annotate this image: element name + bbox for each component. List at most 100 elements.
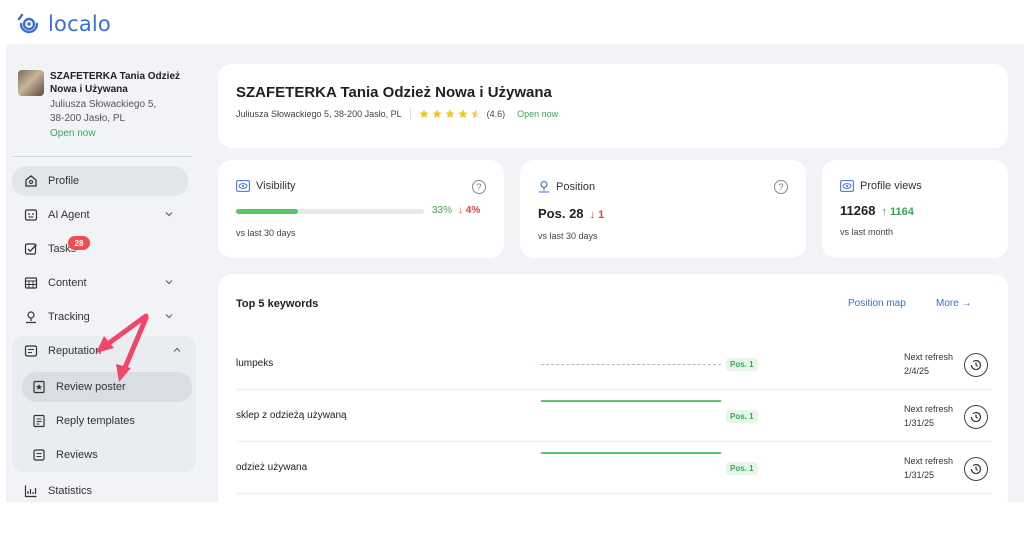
star-icon	[419, 109, 429, 118]
business-photo	[18, 70, 44, 96]
business-address: Juliusza Słowackiego 5, 38-200 Jasło, PL	[50, 98, 190, 126]
sidebar-item-reputation[interactable]: Reputation	[12, 336, 196, 366]
brand-name: localo	[48, 12, 111, 36]
next-refresh: Next refresh 2/4/25	[904, 350, 953, 378]
next-refresh-label: Next refresh	[904, 456, 954, 466]
sidebar-subitem-reply-templates[interactable]: Reply templates	[22, 406, 192, 436]
rating-stars	[419, 109, 481, 119]
checkbox-icon	[24, 242, 38, 256]
sidebar-item-ai-agent[interactable]: AI Agent	[12, 200, 188, 230]
keyword-row[interactable]: odzież używana Pos. 1 Next refresh 1/31/…	[236, 442, 992, 494]
position-change: ↓ 1	[589, 209, 605, 221]
keyword-trend-line	[541, 452, 721, 454]
keyword-trend-line	[541, 364, 721, 365]
keywords-title: Top 5 keywords	[236, 298, 319, 310]
business-full-address: Juliusza Słowackiego 5, 38-200 Jasło, PL	[236, 109, 402, 119]
location-pin-icon	[24, 310, 38, 324]
template-icon	[32, 414, 46, 428]
address-line-2: 38-200 Jasło, PL	[50, 113, 126, 124]
more-link[interactable]: More →	[936, 298, 972, 309]
location-pin-icon	[539, 180, 549, 193]
position-compare: vs last 30 days	[538, 231, 598, 241]
open-status: Open now	[50, 128, 96, 139]
address-line-1: Juliusza Słowackiego 5,	[50, 99, 157, 110]
position-label: Position	[556, 180, 596, 193]
star-poster-icon	[32, 380, 46, 394]
home-icon	[24, 174, 38, 188]
refresh-clock-button[interactable]	[964, 353, 988, 377]
profile-views-compare: vs last month	[840, 227, 894, 237]
profile-views-title: Profile views	[840, 180, 922, 192]
keyword-position: Pos. 1	[726, 410, 758, 423]
brand-logo[interactable]: localo	[16, 8, 111, 40]
robot-icon	[24, 208, 38, 222]
chevron-up-icon	[173, 347, 181, 352]
position-map-link[interactable]: Position map	[848, 298, 906, 309]
app-screen: localo SZAFETERKA Tania Odzież Nowa i Uż…	[0, 0, 1024, 537]
help-icon[interactable]: ?	[774, 180, 788, 194]
keyword-name: sklep z odzieżą używaną	[236, 410, 347, 421]
calendar-icon	[24, 276, 38, 290]
star-icon	[432, 109, 442, 118]
sidebar-subitem-review-poster[interactable]: Review poster	[22, 372, 192, 402]
localo-logo-icon	[17, 13, 39, 34]
sidebar-item-label: Reputation	[48, 345, 102, 357]
profile-views-change: ↑ 1164	[881, 206, 914, 218]
clock-refresh-icon	[970, 463, 982, 475]
sidebar-item-tasks[interactable]: Tasks	[12, 234, 188, 264]
keyword-trend-line	[541, 400, 721, 402]
sidebar-item-label: Statistics	[48, 485, 93, 497]
keywords-card: Top 5 keywords Position map More → lumpe…	[218, 274, 1008, 514]
sidebar-item-profile[interactable]: Profile	[12, 166, 188, 196]
meta-separator	[409, 108, 411, 120]
sidebar-item-label: Profile	[48, 175, 80, 187]
rating-value: (4.6)	[486, 109, 506, 119]
sidebar-item-content[interactable]: Content	[12, 268, 188, 298]
keyword-row[interactable]: sklep z odzieżą używaną Pos. 1 Next refr…	[236, 390, 992, 442]
next-refresh-label: Next refresh	[904, 404, 954, 414]
sidebar: SZAFETERKA Tania Odzież Nowa i Używana J…	[6, 44, 198, 502]
tasks-count-badge: 28	[68, 236, 90, 250]
reputation-group: Reputation Review poster Reply templates	[12, 336, 196, 472]
sidebar-divider	[12, 156, 192, 157]
visibility-card: Visibility ? 33% ↓ 4% vs last 30 days	[218, 160, 504, 258]
refresh-clock-button[interactable]	[964, 405, 988, 429]
profile-views-label: Profile views	[860, 180, 922, 192]
next-refresh-label: Next refresh	[904, 352, 954, 362]
sidebar-item-statistics[interactable]: Statistics	[12, 476, 188, 506]
business-name: SZAFETERKA Tania Odzież Nowa i Używana	[50, 71, 181, 95]
visibility-progress-bar	[236, 209, 424, 214]
position-value: Pos. 28	[538, 206, 584, 221]
keyword-position: Pos. 1	[726, 358, 758, 371]
keyword-name: lumpeks	[236, 358, 274, 369]
visibility-label: Visibility	[256, 180, 296, 192]
half-star-icon	[471, 109, 481, 118]
star-icon	[458, 109, 468, 118]
reviews-icon	[32, 448, 46, 462]
visibility-percent: 33%	[432, 205, 453, 216]
refresh-clock-button[interactable]	[964, 457, 988, 481]
keyword-position: Pos. 1	[726, 462, 758, 475]
sidebar-subitem-reviews[interactable]: Reviews	[22, 440, 192, 470]
profile-views-value: 11268	[840, 203, 876, 218]
eye-icon	[840, 180, 854, 192]
next-refresh-date: 1/31/25	[904, 418, 935, 428]
visibility-progress-fill	[236, 209, 299, 214]
keyword-name: odzież używana	[236, 462, 308, 473]
sidebar-item-tracking[interactable]: Tracking	[12, 302, 188, 332]
business-meta: Juliusza Słowackiego 5, 38-200 Jasło, PL…	[236, 108, 558, 120]
sidebar-item-label: Review poster	[56, 381, 126, 393]
star-icon	[445, 109, 455, 118]
chevron-down-icon	[165, 212, 173, 217]
clock-refresh-icon	[970, 359, 982, 371]
review-icon	[24, 344, 38, 358]
help-icon[interactable]: ?	[472, 180, 486, 194]
keyword-row[interactable]: lumpeks Pos. 1 Next refresh 2/4/25	[236, 338, 992, 390]
visibility-change: ↓ 4%	[458, 205, 481, 216]
business-title: SZAFETERKA Tania Odzież Nowa i Używana	[236, 84, 552, 101]
sidebar-item-label: Content	[48, 277, 87, 289]
clock-refresh-icon	[970, 411, 982, 423]
position-title: Position	[538, 180, 595, 193]
eye-icon	[236, 180, 250, 192]
visibility-compare: vs last 30 days	[236, 228, 296, 238]
